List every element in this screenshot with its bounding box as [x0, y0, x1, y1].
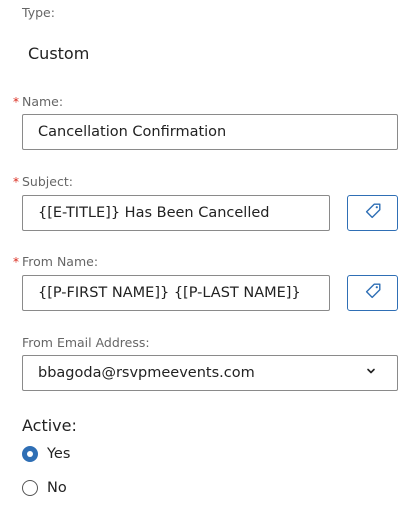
active-label: Active:: [22, 416, 77, 435]
from-email-selected-value: bbagoda@rsvpmeevents.com: [38, 365, 255, 381]
active-option-yes[interactable]: Yes: [22, 446, 70, 462]
from-name-label-text: From Name:: [22, 254, 99, 269]
from-name-input-value: {[P-FIRST NAME]} {[P-LAST NAME]}: [38, 285, 301, 301]
subject-input-value: {[E-TITLE]} Has Been Cancelled: [38, 205, 270, 221]
radio-checked-icon[interactable]: [22, 446, 38, 462]
from-email-label: From Email Address:: [22, 335, 150, 350]
name-input-value: Cancellation Confirmation: [38, 124, 227, 140]
subject-label-text: Subject:: [22, 174, 73, 189]
active-option-yes-label: Yes: [47, 446, 71, 462]
from-name-field-label: * From Name:: [13, 254, 98, 269]
active-option-no-label: No: [47, 480, 67, 496]
tag-icon: [364, 282, 382, 304]
tag-icon: [364, 202, 382, 224]
template-edit-form: Type: Custom * Name: Cancellation Confirm…: [0, 0, 420, 514]
subject-field-label: * Subject:: [13, 174, 73, 189]
subject-insert-tag-button[interactable]: [347, 195, 398, 231]
name-field-label: * Name:: [13, 94, 63, 109]
type-label: Type:: [22, 5, 55, 20]
required-marker: *: [13, 95, 19, 109]
from-name-insert-tag-button[interactable]: [347, 275, 398, 311]
required-marker: *: [13, 255, 19, 269]
active-option-no[interactable]: No: [22, 480, 67, 496]
name-label-text: Name:: [22, 94, 64, 109]
required-marker: *: [13, 175, 19, 189]
subject-input[interactable]: {[E-TITLE]} Has Been Cancelled: [22, 195, 330, 231]
chevron-down-icon: [365, 365, 377, 381]
from-email-select[interactable]: bbagoda@rsvpmeevents.com: [22, 355, 398, 391]
from-name-input[interactable]: {[P-FIRST NAME]} {[P-LAST NAME]}: [22, 275, 330, 311]
radio-unchecked-icon[interactable]: [22, 480, 38, 496]
type-value: Custom: [28, 44, 90, 63]
name-input[interactable]: Cancellation Confirmation: [22, 114, 398, 150]
